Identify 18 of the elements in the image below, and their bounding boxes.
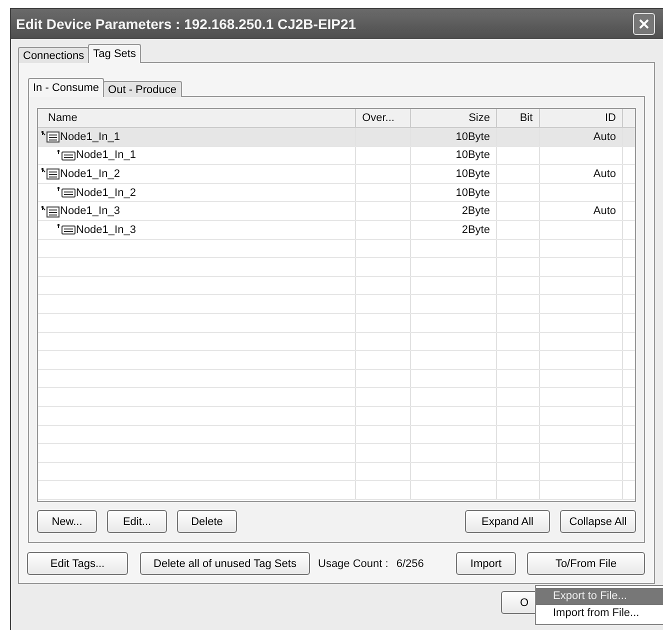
tag-set-name: Node1_In_1: [60, 130, 120, 143]
table-cell: Auto: [593, 130, 616, 143]
table-cell: Auto: [593, 205, 616, 218]
window-title: Edit Device Parameters : 192.168.250.1 CJ2B-EIP21: [16, 16, 356, 32]
table-cell: Auto: [593, 168, 616, 180]
table-cell: 10Byte: [456, 149, 490, 162]
tag-set-name: Node1_In_3: [60, 205, 120, 218]
table-cell: 10Byte: [456, 186, 490, 199]
table-cell: 10Byte: [456, 168, 490, 180]
usage-count-label: Usage Count :: [318, 558, 388, 570]
tag-set-name: Node1_In_2: [60, 168, 120, 180]
tag-name: Node1_In_2: [76, 186, 136, 199]
tag-name: Node1_In_1: [76, 149, 136, 162]
usage-count-value: 6/256: [396, 558, 424, 570]
tag-name: Node1_In_3: [76, 224, 136, 236]
table-cell: 2Byte: [462, 224, 490, 236]
table-cell: 10Byte: [456, 130, 490, 143]
table-cell: 2Byte: [462, 205, 490, 218]
